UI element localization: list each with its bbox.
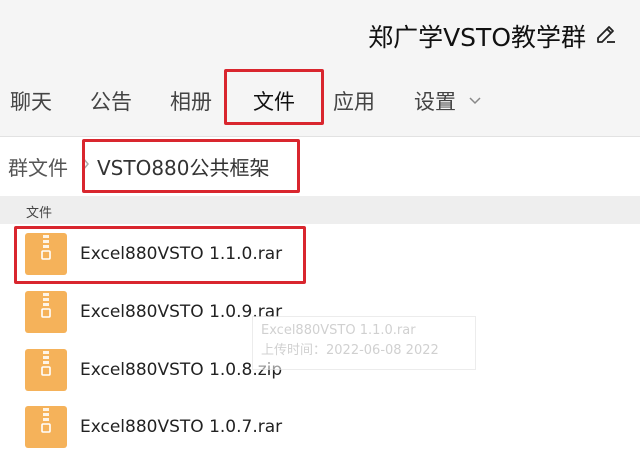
file-row[interactable]: Excel880VSTO 1.0.7.rar	[0, 397, 640, 455]
highlight-box-file	[14, 226, 306, 284]
tab-settings[interactable]: 设置	[414, 86, 456, 116]
breadcrumb-root[interactable]: 群文件	[8, 152, 68, 181]
tab-apps[interactable]: 应用	[333, 86, 375, 116]
pencil-icon[interactable]	[594, 22, 618, 46]
highlight-box-files-tab	[224, 69, 324, 125]
tab-album[interactable]: 相册	[170, 86, 212, 116]
tooltip-upload-time: 上传时间：2022-06-08 2022	[261, 343, 439, 358]
tab-announcements[interactable]: 公告	[90, 86, 132, 116]
file-tooltip: Excel880VSTO 1.1.0.rar 上传时间：2022-06-08 2…	[252, 316, 476, 370]
zip-archive-icon	[25, 406, 67, 448]
tooltip-filename: Excel880VSTO 1.1.0.rar	[261, 323, 416, 338]
file-column-header: 文件	[0, 196, 640, 224]
column-header-name: 文件	[26, 206, 53, 221]
chevron-down-icon[interactable]	[468, 96, 482, 106]
zip-archive-icon	[25, 349, 67, 391]
tab-chat[interactable]: 聊天	[10, 86, 52, 116]
group-title: 郑广学VSTO教学群	[368, 23, 586, 52]
highlight-box-folder	[82, 139, 300, 193]
zip-archive-icon	[25, 291, 67, 333]
file-name: Excel880VSTO 1.0.7.rar	[80, 417, 283, 437]
